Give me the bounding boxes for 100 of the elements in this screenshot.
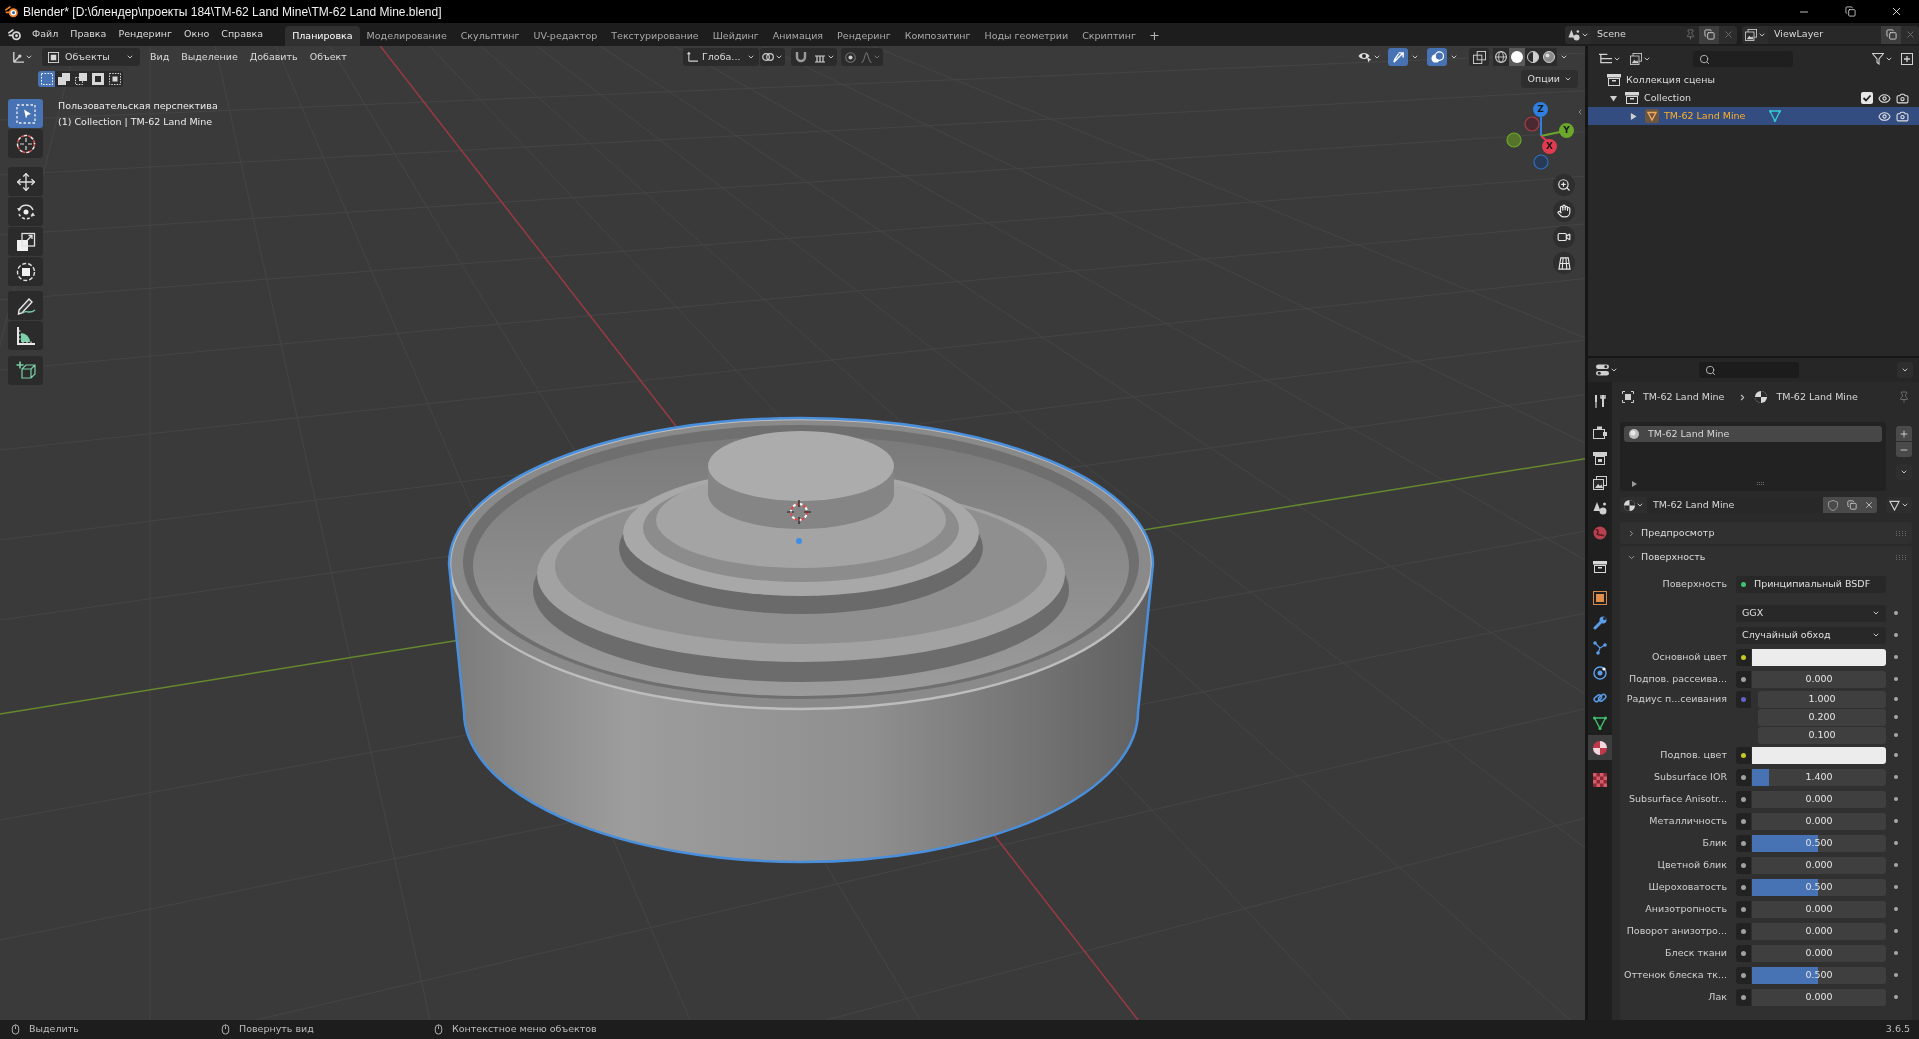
camera-icon[interactable]	[1896, 109, 1909, 123]
outliner-row[interactable]: Collection	[1588, 89, 1919, 107]
panel-header[interactable]: Предпросмотр	[1620, 522, 1912, 544]
keyframe-dot-icon[interactable]	[1894, 633, 1898, 637]
menu-item[interactable]: Файл	[26, 25, 65, 44]
selection-mode-button[interactable]	[55, 71, 72, 87]
number-field[interactable]: 0.000	[1752, 812, 1886, 830]
number-field[interactable]: 0.000	[1752, 790, 1886, 808]
keyframe-dot-icon[interactable]	[1894, 995, 1898, 999]
keyframe-dot-icon[interactable]	[1894, 715, 1898, 719]
workspace-tab[interactable]: Моделирование	[359, 26, 454, 46]
socket-button[interactable]	[1736, 768, 1751, 786]
socket-button[interactable]	[1736, 856, 1751, 874]
shading-mode-button[interactable]	[1525, 48, 1541, 66]
outliner-row[interactable]: Коллекция сцены	[1588, 71, 1919, 89]
keyframe-dot-icon[interactable]	[1894, 929, 1898, 933]
keyframe-dot-icon[interactable]	[1894, 611, 1898, 615]
socket-button[interactable]	[1736, 670, 1751, 688]
workspace-tab[interactable]: Анимация	[765, 26, 831, 46]
socket-button[interactable]	[1736, 790, 1751, 808]
new-collection-button[interactable]	[1899, 50, 1915, 68]
viewport-toggle[interactable]	[1427, 48, 1447, 66]
tool-button[interactable]	[8, 291, 43, 320]
shader-dropdown[interactable]: Принципиальный BSDF	[1736, 575, 1886, 593]
workspace-tab[interactable]: Текстурирование	[604, 26, 706, 46]
pin-icon[interactable]	[1898, 391, 1910, 403]
shading-mode-button[interactable]	[1493, 48, 1509, 66]
keyframe-dot-icon[interactable]	[1894, 907, 1898, 911]
number-field[interactable]: 0.000	[1752, 922, 1886, 940]
socket-button[interactable]	[1736, 812, 1751, 830]
socket-button[interactable]	[1736, 988, 1751, 1006]
scene-type-button[interactable]	[1565, 25, 1591, 44]
keyframe-dot-icon[interactable]	[1894, 819, 1898, 823]
selection-mode-button[interactable]	[106, 71, 123, 87]
socket-button[interactable]	[1736, 966, 1751, 984]
link-type-dropdown[interactable]	[1886, 497, 1912, 513]
number-field[interactable]: 0.000	[1752, 856, 1886, 874]
selection-mode-button[interactable]	[89, 71, 106, 87]
snap-target-dropdown[interactable]	[811, 48, 837, 66]
disclosure-triangle-icon[interactable]	[1629, 112, 1637, 120]
new-view-layer-button[interactable]	[1881, 25, 1901, 44]
keyframe-dot-icon[interactable]	[1894, 951, 1898, 955]
menu-item[interactable]: Справка	[215, 25, 270, 44]
view-layer-type-button[interactable]	[1742, 25, 1768, 44]
add-workspace-button[interactable]: +	[1142, 26, 1166, 46]
selection-mode-button[interactable]	[72, 71, 89, 87]
search-field[interactable]	[1693, 51, 1793, 67]
eye-icon[interactable]	[1878, 109, 1891, 123]
menu-item[interactable]: Правка	[64, 25, 113, 44]
number-field[interactable]: 1.000	[1758, 690, 1886, 708]
dropdown[interactable]: GGX	[1736, 604, 1886, 622]
number-field[interactable]: 0.000	[1752, 900, 1886, 918]
mode-dropdown[interactable]: Объекты	[42, 48, 140, 66]
camera-icon[interactable]	[1896, 91, 1909, 105]
shading-mode-button[interactable]	[1509, 48, 1525, 66]
keyframe-dot-icon[interactable]	[1894, 677, 1898, 681]
keyframe-dot-icon[interactable]	[1894, 655, 1898, 659]
selection-mode-button[interactable]	[38, 71, 55, 87]
workspace-tab[interactable]: Планировка	[285, 26, 360, 46]
viewport-toggle[interactable]	[1469, 48, 1489, 66]
keyframe-dot-icon[interactable]	[1894, 973, 1898, 977]
add-slot-button[interactable]	[1896, 426, 1912, 441]
menu-item[interactable]: Вид	[144, 48, 176, 66]
eye-icon[interactable]	[1878, 91, 1891, 105]
number-field[interactable]: 0.200	[1758, 708, 1886, 726]
drag-handle-icon[interactable]	[1896, 530, 1906, 536]
number-field[interactable]: 0.000	[1752, 944, 1886, 962]
socket-button[interactable]	[1736, 648, 1751, 666]
shading-mode-button[interactable]	[1541, 48, 1557, 66]
socket-button[interactable]	[1736, 746, 1751, 764]
viewport-toggle[interactable]	[1388, 48, 1408, 66]
orientation-dropdown[interactable]: Глоба...	[683, 48, 759, 66]
socket-button[interactable]	[1736, 900, 1751, 918]
pivot-dropdown[interactable]	[760, 48, 785, 66]
keyframe-dot-icon[interactable]	[1894, 775, 1898, 779]
resize-grip-icon[interactable]	[1757, 482, 1765, 486]
tool-button[interactable]	[8, 321, 43, 350]
drag-handle-icon[interactable]	[1896, 554, 1906, 560]
workspace-tab[interactable]: Композитинг	[897, 26, 978, 46]
menu-item[interactable]: Объект	[303, 48, 353, 66]
search-field[interactable]	[1699, 362, 1799, 378]
tool-button[interactable]	[8, 227, 43, 256]
workspace-tab[interactable]: Шейдинг	[705, 26, 766, 46]
play-triangle-icon[interactable]	[1632, 481, 1637, 487]
socket-button[interactable]	[1736, 834, 1751, 852]
menu-item[interactable]: Рендеринг	[112, 25, 178, 44]
keyframe-dot-icon[interactable]	[1894, 697, 1898, 701]
tool-button[interactable]	[8, 197, 43, 226]
unlink-material-button[interactable]	[1860, 497, 1877, 513]
dropdown[interactable]: Случайный обход	[1736, 626, 1886, 644]
checkbox[interactable]	[1861, 92, 1873, 104]
material-browse-button[interactable]	[1620, 497, 1647, 513]
workspace-tab[interactable]: Ноды геометрии	[977, 26, 1076, 46]
view-layer-name-field[interactable]: ViewLayer	[1768, 25, 1881, 44]
workspace-tab[interactable]: Скриптинг	[1075, 26, 1143, 46]
proportional-toggle[interactable]	[841, 48, 859, 66]
socket-button[interactable]	[1736, 878, 1751, 896]
keyframe-dot-icon[interactable]	[1894, 885, 1898, 889]
snap-toggle[interactable]	[791, 48, 811, 66]
keyframe-dot-icon[interactable]	[1894, 863, 1898, 867]
